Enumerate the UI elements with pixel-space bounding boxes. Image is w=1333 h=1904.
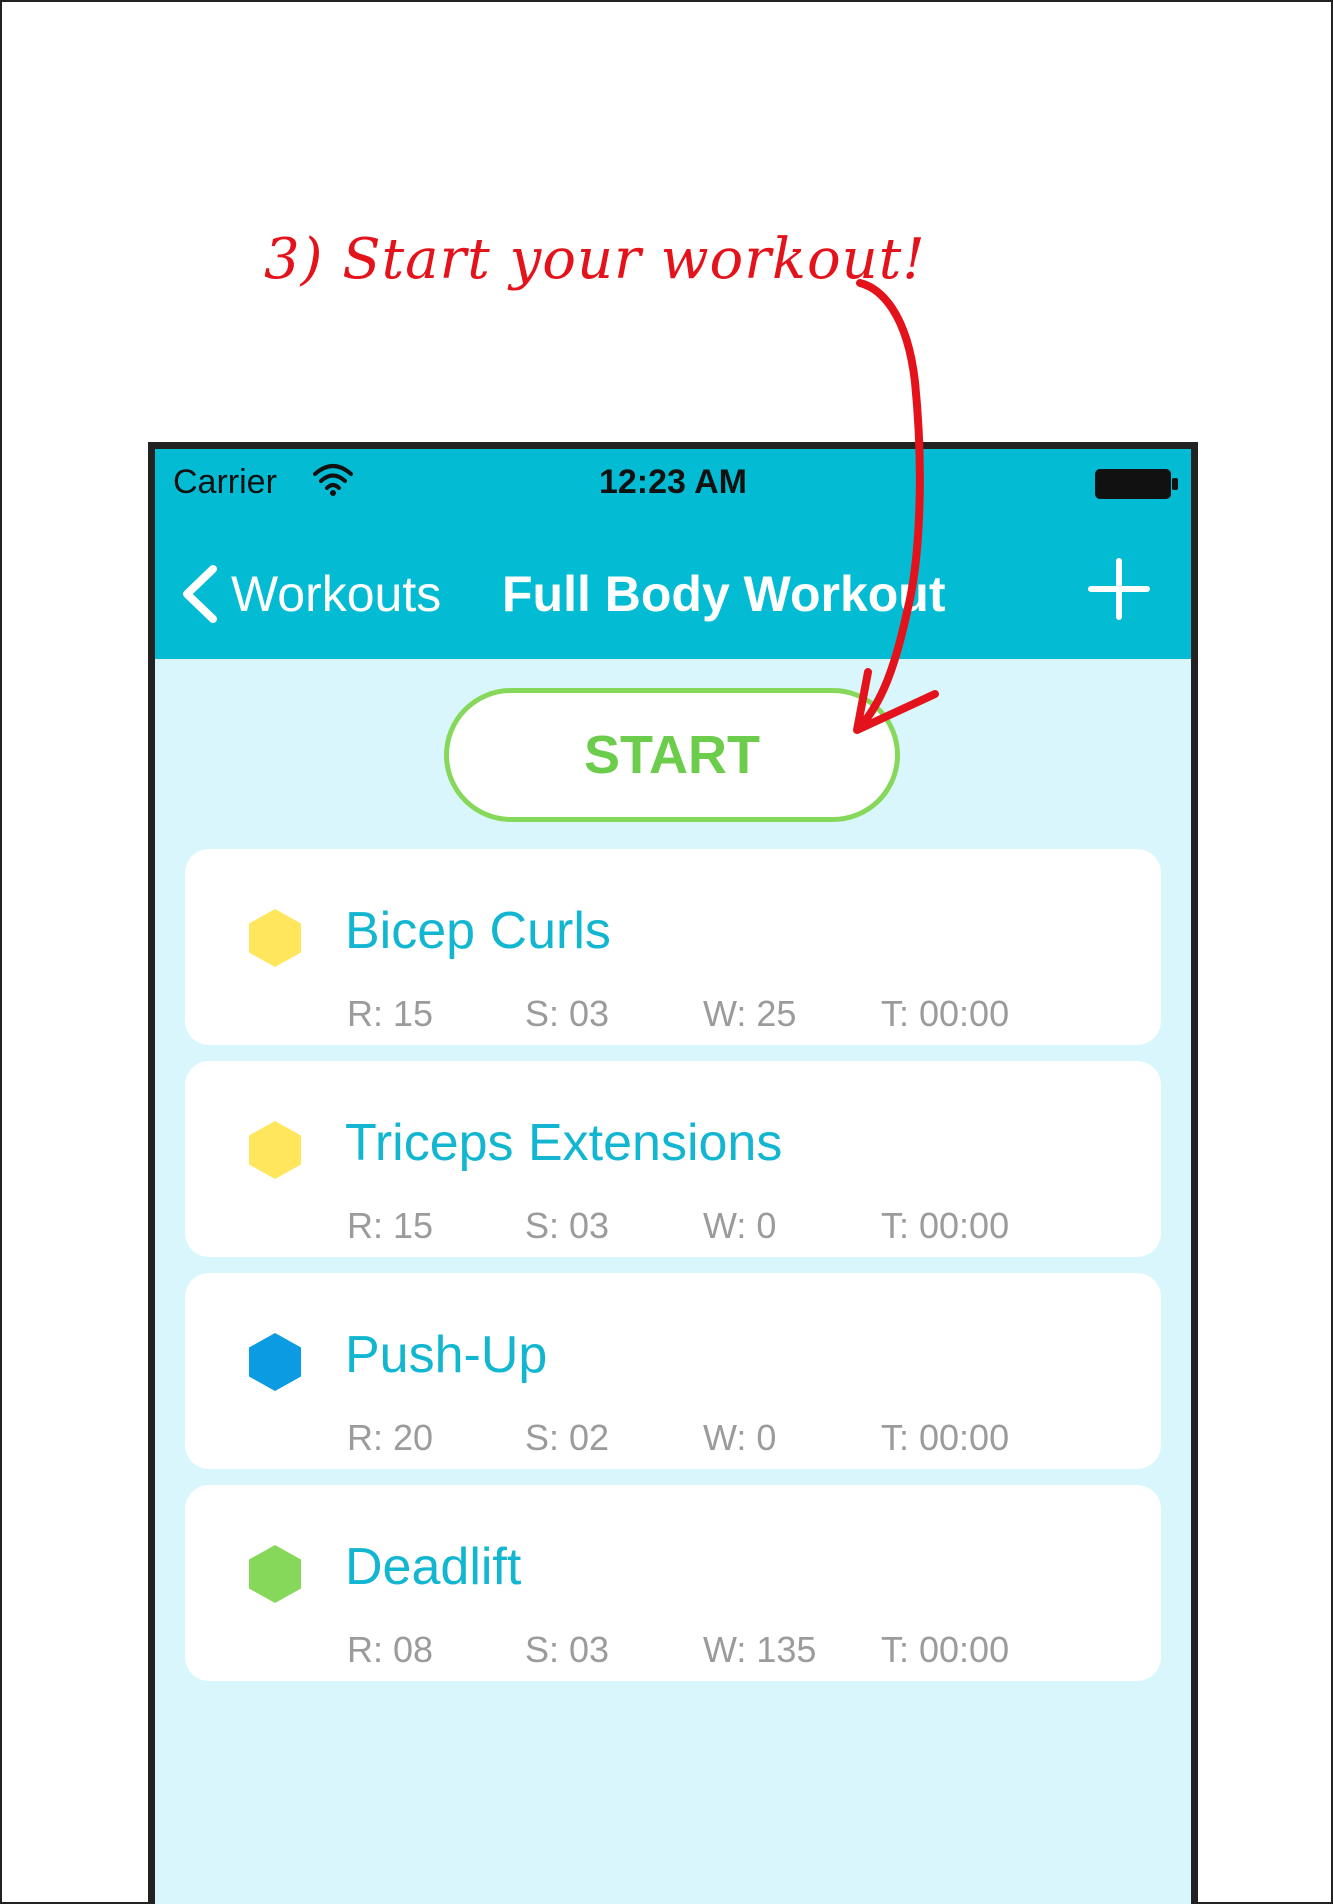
tutorial-page: 3) Start your workout! Carrier 12:23 AM (0, 0, 1333, 1904)
exercise-card[interactable]: Bicep Curls R: 15 S: 03 W: 25 T: 00:00 (185, 849, 1161, 1045)
exercise-name: Bicep Curls (345, 902, 611, 960)
plus-icon[interactable] (1087, 557, 1151, 621)
weight-value: W: 135 (703, 1629, 817, 1670)
chevron-left-icon (183, 565, 217, 623)
reps-value: R: 15 (347, 993, 434, 1034)
back-label: Workouts (231, 566, 442, 622)
phone-screen: Carrier 12:23 AM Workouts Full Body Work… (148, 442, 1198, 1904)
time-value: T: 00:00 (881, 1417, 1010, 1458)
start-button[interactable]: START (444, 688, 900, 822)
exercise-card[interactable]: Deadlift R: 08 S: 03 W: 135 T: 00:00 (185, 1485, 1161, 1681)
exercise-card[interactable]: Push-Up R: 20 S: 02 W: 0 T: 00:00 (185, 1273, 1161, 1469)
hexagon-icon (249, 1121, 301, 1179)
exercise-name: Triceps Extensions (345, 1114, 783, 1172)
status-time: 12:23 AM (598, 463, 748, 501)
sets-value: S: 03 (525, 1205, 610, 1246)
exercise-list: Bicep Curls R: 15 S: 03 W: 25 T: 00:00 T… (185, 849, 1161, 1697)
time-value: T: 00:00 (881, 1629, 1010, 1670)
hexagon-icon (249, 909, 301, 967)
time-value: T: 00:00 (881, 1205, 1010, 1246)
page-title: Full Body Workout (502, 566, 946, 622)
app-header: Carrier 12:23 AM Workouts Full Body Work… (155, 449, 1191, 659)
reps-value: R: 15 (347, 1205, 434, 1246)
reps-value: R: 08 (347, 1629, 434, 1670)
sets-value: S: 03 (525, 993, 610, 1034)
status-bar: Carrier 12:23 AM (155, 449, 1191, 519)
exercise-name: Push-Up (345, 1326, 548, 1384)
weight-value: W: 0 (703, 1205, 777, 1246)
weight-value: W: 0 (703, 1417, 777, 1458)
navigation-bar: Workouts Full Body Workout (155, 519, 1191, 659)
time-value: T: 00:00 (881, 993, 1010, 1034)
exercise-card[interactable]: Triceps Extensions R: 15 S: 03 W: 0 T: 0… (185, 1061, 1161, 1257)
sets-value: S: 02 (525, 1417, 610, 1458)
exercise-name: Deadlift (345, 1538, 522, 1596)
sets-value: S: 03 (525, 1629, 610, 1670)
hexagon-icon (249, 1333, 301, 1391)
hexagon-icon (249, 1545, 301, 1603)
annotation-text: 3) Start your workout! (264, 227, 926, 292)
back-button[interactable]: Workouts (179, 559, 441, 629)
battery-icon (1095, 469, 1178, 499)
reps-value: R: 20 (347, 1417, 434, 1458)
weight-value: W: 25 (703, 993, 797, 1034)
